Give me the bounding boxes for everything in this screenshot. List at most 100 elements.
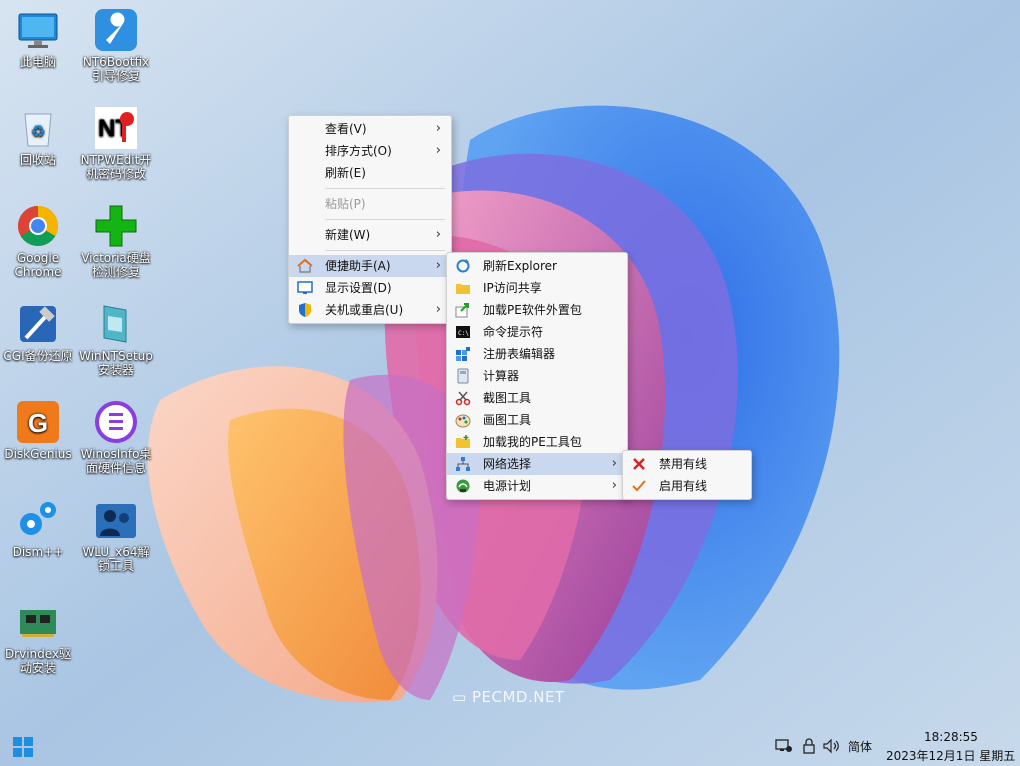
speaker-icon[interactable] bbox=[822, 738, 840, 757]
desktop-icon-label: WLU_x64解 锁工具 bbox=[82, 545, 150, 573]
desktop-icon-winosinfo[interactable]: WinosInfo桌 面硬件信息 bbox=[74, 396, 158, 475]
desktop-icon-label: DiskGenius bbox=[4, 447, 72, 461]
menu-item-shutdown[interactable]: 关机或重启(U) › bbox=[289, 299, 451, 321]
desktop-icon-label: WinosInfo桌 面硬件信息 bbox=[80, 447, 152, 475]
x-icon bbox=[631, 456, 647, 472]
recycle-bin-icon: ♻ bbox=[16, 106, 60, 150]
taskbar: 简体 18:28:55 2023年12月1日 星期五 bbox=[0, 726, 1020, 766]
chevron-right-icon: › bbox=[435, 258, 441, 273]
submenu-item-load-my-pe-toolkit[interactable]: 加载我的PE工具包 bbox=[447, 431, 627, 453]
green-cross-icon bbox=[94, 204, 138, 248]
menu-item-sort[interactable]: 排序方式(O) › bbox=[289, 140, 451, 162]
checkmark-icon bbox=[631, 478, 647, 494]
svg-text:G: G bbox=[28, 408, 48, 438]
desktop-icon-label: Drvindex驱 动安装 bbox=[4, 647, 72, 675]
shield-icon bbox=[297, 302, 313, 318]
chevron-right-icon: › bbox=[611, 456, 617, 471]
desktop-icon-nt6bootfix[interactable]: NT6Bootfix 引导修复 bbox=[74, 4, 158, 83]
chevron-right-icon: › bbox=[611, 478, 617, 493]
watermark: ▭ PECMD.NET bbox=[452, 688, 565, 706]
clock-time[interactable]: 18:28:55 bbox=[924, 730, 978, 744]
power-plan-icon bbox=[455, 478, 471, 494]
submenu-item-cmd[interactable]: C:\ 命令提示符 bbox=[447, 321, 627, 343]
terminal-icon: C:\ bbox=[455, 324, 471, 340]
windows-logo-icon bbox=[13, 737, 33, 757]
menu-item-helper[interactable]: 便捷助手(A) › bbox=[289, 255, 451, 277]
home-icon bbox=[297, 258, 313, 274]
info-ring-icon bbox=[94, 400, 138, 444]
network-icon bbox=[455, 456, 471, 472]
gears-icon bbox=[16, 498, 60, 542]
submenu-item-paint[interactable]: 画图工具 bbox=[447, 409, 627, 431]
submenu-item-ip-share[interactable]: IP访问共享 bbox=[447, 277, 627, 299]
calculator-icon bbox=[455, 368, 471, 384]
desktop-icon-cgi-backup[interactable]: CGI备份还原 bbox=[0, 298, 80, 363]
submenu-item-snipping-tool[interactable]: 截图工具 bbox=[447, 387, 627, 409]
desktop-icon-drvindex[interactable]: Drvindex驱 动安装 bbox=[0, 596, 80, 675]
desktop-icon-label: 此电脑 bbox=[19, 55, 56, 69]
diskgenius-icon: G bbox=[16, 400, 60, 444]
desktop-icon-winntsetup[interactable]: WinNTSetup 安装器 bbox=[74, 298, 158, 377]
submenu-item-regedit[interactable]: 注册表编辑器 bbox=[447, 343, 627, 365]
hammer-icon bbox=[16, 302, 60, 346]
desktop-icon-victoria[interactable]: Victoria硬盘 检测修复 bbox=[74, 200, 158, 279]
submenu-item-enable-wired[interactable]: 启用有线 bbox=[623, 475, 751, 497]
desktop-icon-label: Victoria硬盘 检测修复 bbox=[81, 251, 151, 279]
desktop-icon-label: NTPWEdit开 机密码修改 bbox=[80, 153, 152, 181]
desktop-context-menu: 查看(V) › 排序方式(O) › 刷新(E) 粘贴(P) 新建(W) › 便捷助手(… bbox=[288, 115, 452, 324]
desktop-icon-wlu[interactable]: WLU_x64解 锁工具 bbox=[74, 494, 158, 573]
desktop-icon-dism[interactable]: Dism++ bbox=[0, 494, 80, 559]
menu-item-display-settings[interactable]: 显示设置(D) bbox=[289, 277, 451, 299]
chevron-right-icon: › bbox=[435, 302, 441, 317]
chevron-right-icon: › bbox=[435, 143, 441, 158]
desktop-icon-label: CGI备份还原 bbox=[3, 349, 73, 363]
green-arrow-icon bbox=[455, 302, 471, 318]
refresh-icon bbox=[455, 258, 471, 274]
desktop-icon-ntpwedit[interactable]: NT NTPWEdit开 机密码修改 bbox=[74, 102, 158, 181]
folder-add-icon bbox=[455, 434, 471, 450]
desktop-icon-label: 回收站 bbox=[19, 153, 56, 167]
network-submenu: 禁用有线 启用有线 bbox=[622, 450, 752, 500]
desktop-icon-diskgenius[interactable]: G DiskGenius bbox=[0, 396, 80, 461]
desktop-icon-recycle-bin[interactable]: ♻ 回收站 bbox=[0, 102, 80, 167]
menu-item-view[interactable]: 查看(V) › bbox=[289, 118, 451, 140]
desktop-icon-label: WinNTSetup 安装器 bbox=[79, 349, 153, 377]
key-icon: NT bbox=[94, 106, 138, 150]
monitor-outline-icon: ▭ bbox=[452, 688, 467, 706]
users-icon bbox=[94, 498, 138, 542]
svg-text:C:\: C:\ bbox=[458, 330, 469, 337]
helper-submenu: 刷新Explorer IP访问共享 加载PE软件外置包 C:\ 命令提示符 注册… bbox=[446, 252, 628, 500]
circuit-board-icon bbox=[16, 600, 60, 644]
display-settings-icon bbox=[297, 280, 313, 296]
registry-icon bbox=[455, 346, 471, 362]
desktop-icon-this-pc[interactable]: 此电脑 bbox=[0, 4, 80, 69]
desktop-icon-label: Dism++ bbox=[12, 545, 64, 559]
palette-icon bbox=[455, 412, 471, 428]
network-status-icon[interactable] bbox=[775, 738, 793, 757]
submenu-item-load-pe-package[interactable]: 加载PE软件外置包 bbox=[447, 299, 627, 321]
lock-icon[interactable] bbox=[801, 738, 817, 757]
ime-indicator[interactable]: 简体 bbox=[848, 738, 872, 755]
start-button[interactable] bbox=[12, 736, 34, 758]
wrench-icon bbox=[94, 8, 138, 52]
submenu-item-calculator[interactable]: 计算器 bbox=[447, 365, 627, 387]
submenu-item-network-select[interactable]: 网络选择 › bbox=[447, 453, 627, 475]
desktop-icon-chrome[interactable]: Google Chrome bbox=[0, 200, 80, 279]
chevron-right-icon: › bbox=[435, 121, 441, 136]
chevron-right-icon: › bbox=[435, 227, 441, 242]
folder-icon bbox=[455, 280, 471, 296]
menu-item-refresh[interactable]: 刷新(E) bbox=[289, 162, 451, 184]
menu-separator bbox=[325, 188, 445, 189]
chrome-icon bbox=[16, 204, 60, 248]
submenu-item-power-plan[interactable]: 电源计划 › bbox=[447, 475, 627, 497]
desktop-icon-label: Google Chrome bbox=[14, 251, 62, 279]
svg-text:♻: ♻ bbox=[31, 122, 45, 141]
scissors-icon bbox=[455, 390, 471, 406]
submenu-item-disable-wired[interactable]: 禁用有线 bbox=[623, 453, 751, 475]
menu-separator bbox=[325, 219, 445, 220]
clock-date[interactable]: 2023年12月1日 星期五 bbox=[886, 747, 1015, 764]
monitor-icon bbox=[16, 8, 60, 52]
submenu-item-refresh-explorer[interactable]: 刷新Explorer bbox=[447, 255, 627, 277]
menu-item-new[interactable]: 新建(W) › bbox=[289, 224, 451, 246]
menu-item-paste: 粘贴(P) bbox=[325, 197, 366, 211]
